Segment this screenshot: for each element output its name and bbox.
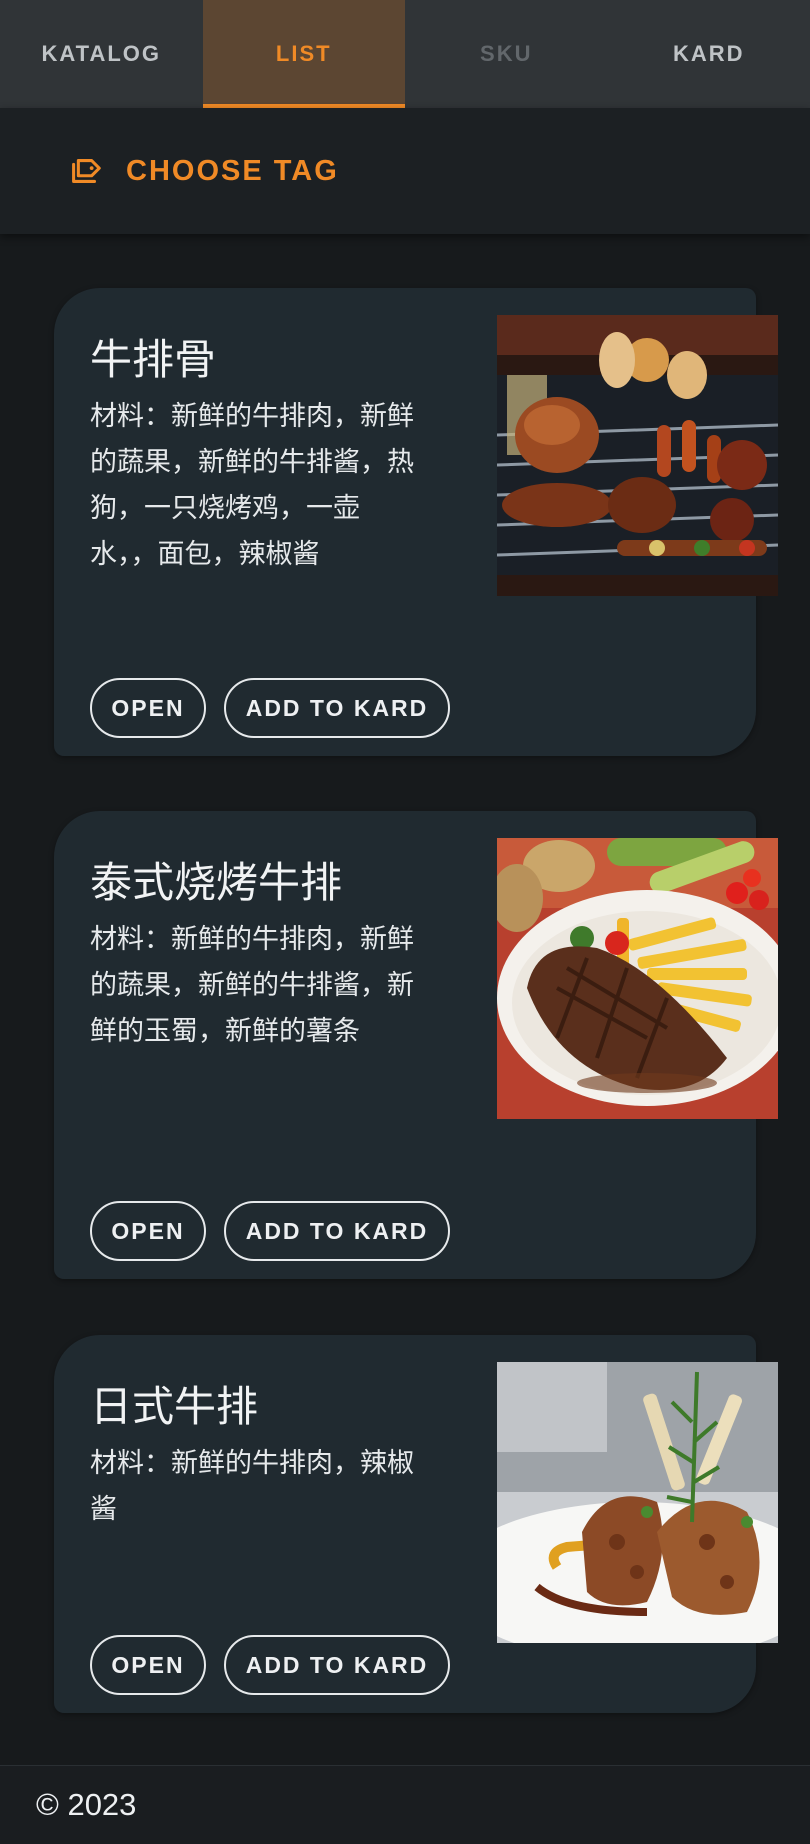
product-card: 日式牛排 材料：新鲜的牛排肉，辣椒酱 OPE	[54, 1335, 756, 1713]
tab-sku[interactable]: SKU	[405, 0, 608, 108]
open-button[interactable]: OPEN	[90, 678, 206, 738]
product-description: 材料：新鲜的牛排肉，辣椒酱	[90, 1441, 420, 1533]
top-tab-bar: KATALOG LIST SKU KARD	[0, 0, 810, 108]
footer: © 2023	[0, 1765, 810, 1844]
choose-tag-button[interactable]: CHOOSE TAG	[66, 152, 339, 190]
product-description: 材料：新鲜的牛排肉，新鲜的蔬果，新鲜的牛排酱，热狗，一只烧烤鸡，一壶水，，面包，…	[90, 394, 420, 578]
tag-icon	[66, 152, 104, 190]
add-to-kard-button[interactable]: ADD TO KARD	[224, 1201, 450, 1261]
product-card: 牛排骨 材料：新鲜的牛排肉，新鲜的蔬果，新鲜的牛排酱，热狗，一只烧烤鸡，一壶水，…	[54, 288, 756, 756]
japanese-steak-photo	[497, 1362, 778, 1643]
product-title: 泰式烧烤牛排	[90, 855, 420, 911]
open-button[interactable]: OPEN	[90, 1201, 206, 1261]
choose-tag-label: CHOOSE TAG	[126, 155, 339, 188]
tab-list[interactable]: LIST	[203, 0, 406, 108]
copyright-text: © 2023	[36, 1787, 136, 1823]
steak-fries-photo	[497, 838, 778, 1119]
add-to-kard-button[interactable]: ADD TO KARD	[224, 1635, 450, 1695]
add-to-kard-button[interactable]: ADD TO KARD	[224, 678, 450, 738]
tab-katalog[interactable]: KATALOG	[0, 0, 203, 108]
product-card: 泰式烧烤牛排 材料：新鲜的牛排肉，新鲜的蔬果，新鲜的牛排酱，新鲜的玉蜀，新鲜的薯…	[54, 811, 756, 1279]
tag-toolbar: CHOOSE TAG	[0, 108, 810, 234]
grilled-meats-photo	[497, 315, 778, 596]
open-button[interactable]: OPEN	[90, 1635, 206, 1695]
product-title: 牛排骨	[90, 332, 420, 388]
tab-kard[interactable]: KARD	[608, 0, 810, 108]
product-title: 日式牛排	[90, 1379, 420, 1435]
product-description: 材料：新鲜的牛排肉，新鲜的蔬果，新鲜的牛排酱，新鲜的玉蜀，新鲜的薯条	[90, 917, 420, 1055]
